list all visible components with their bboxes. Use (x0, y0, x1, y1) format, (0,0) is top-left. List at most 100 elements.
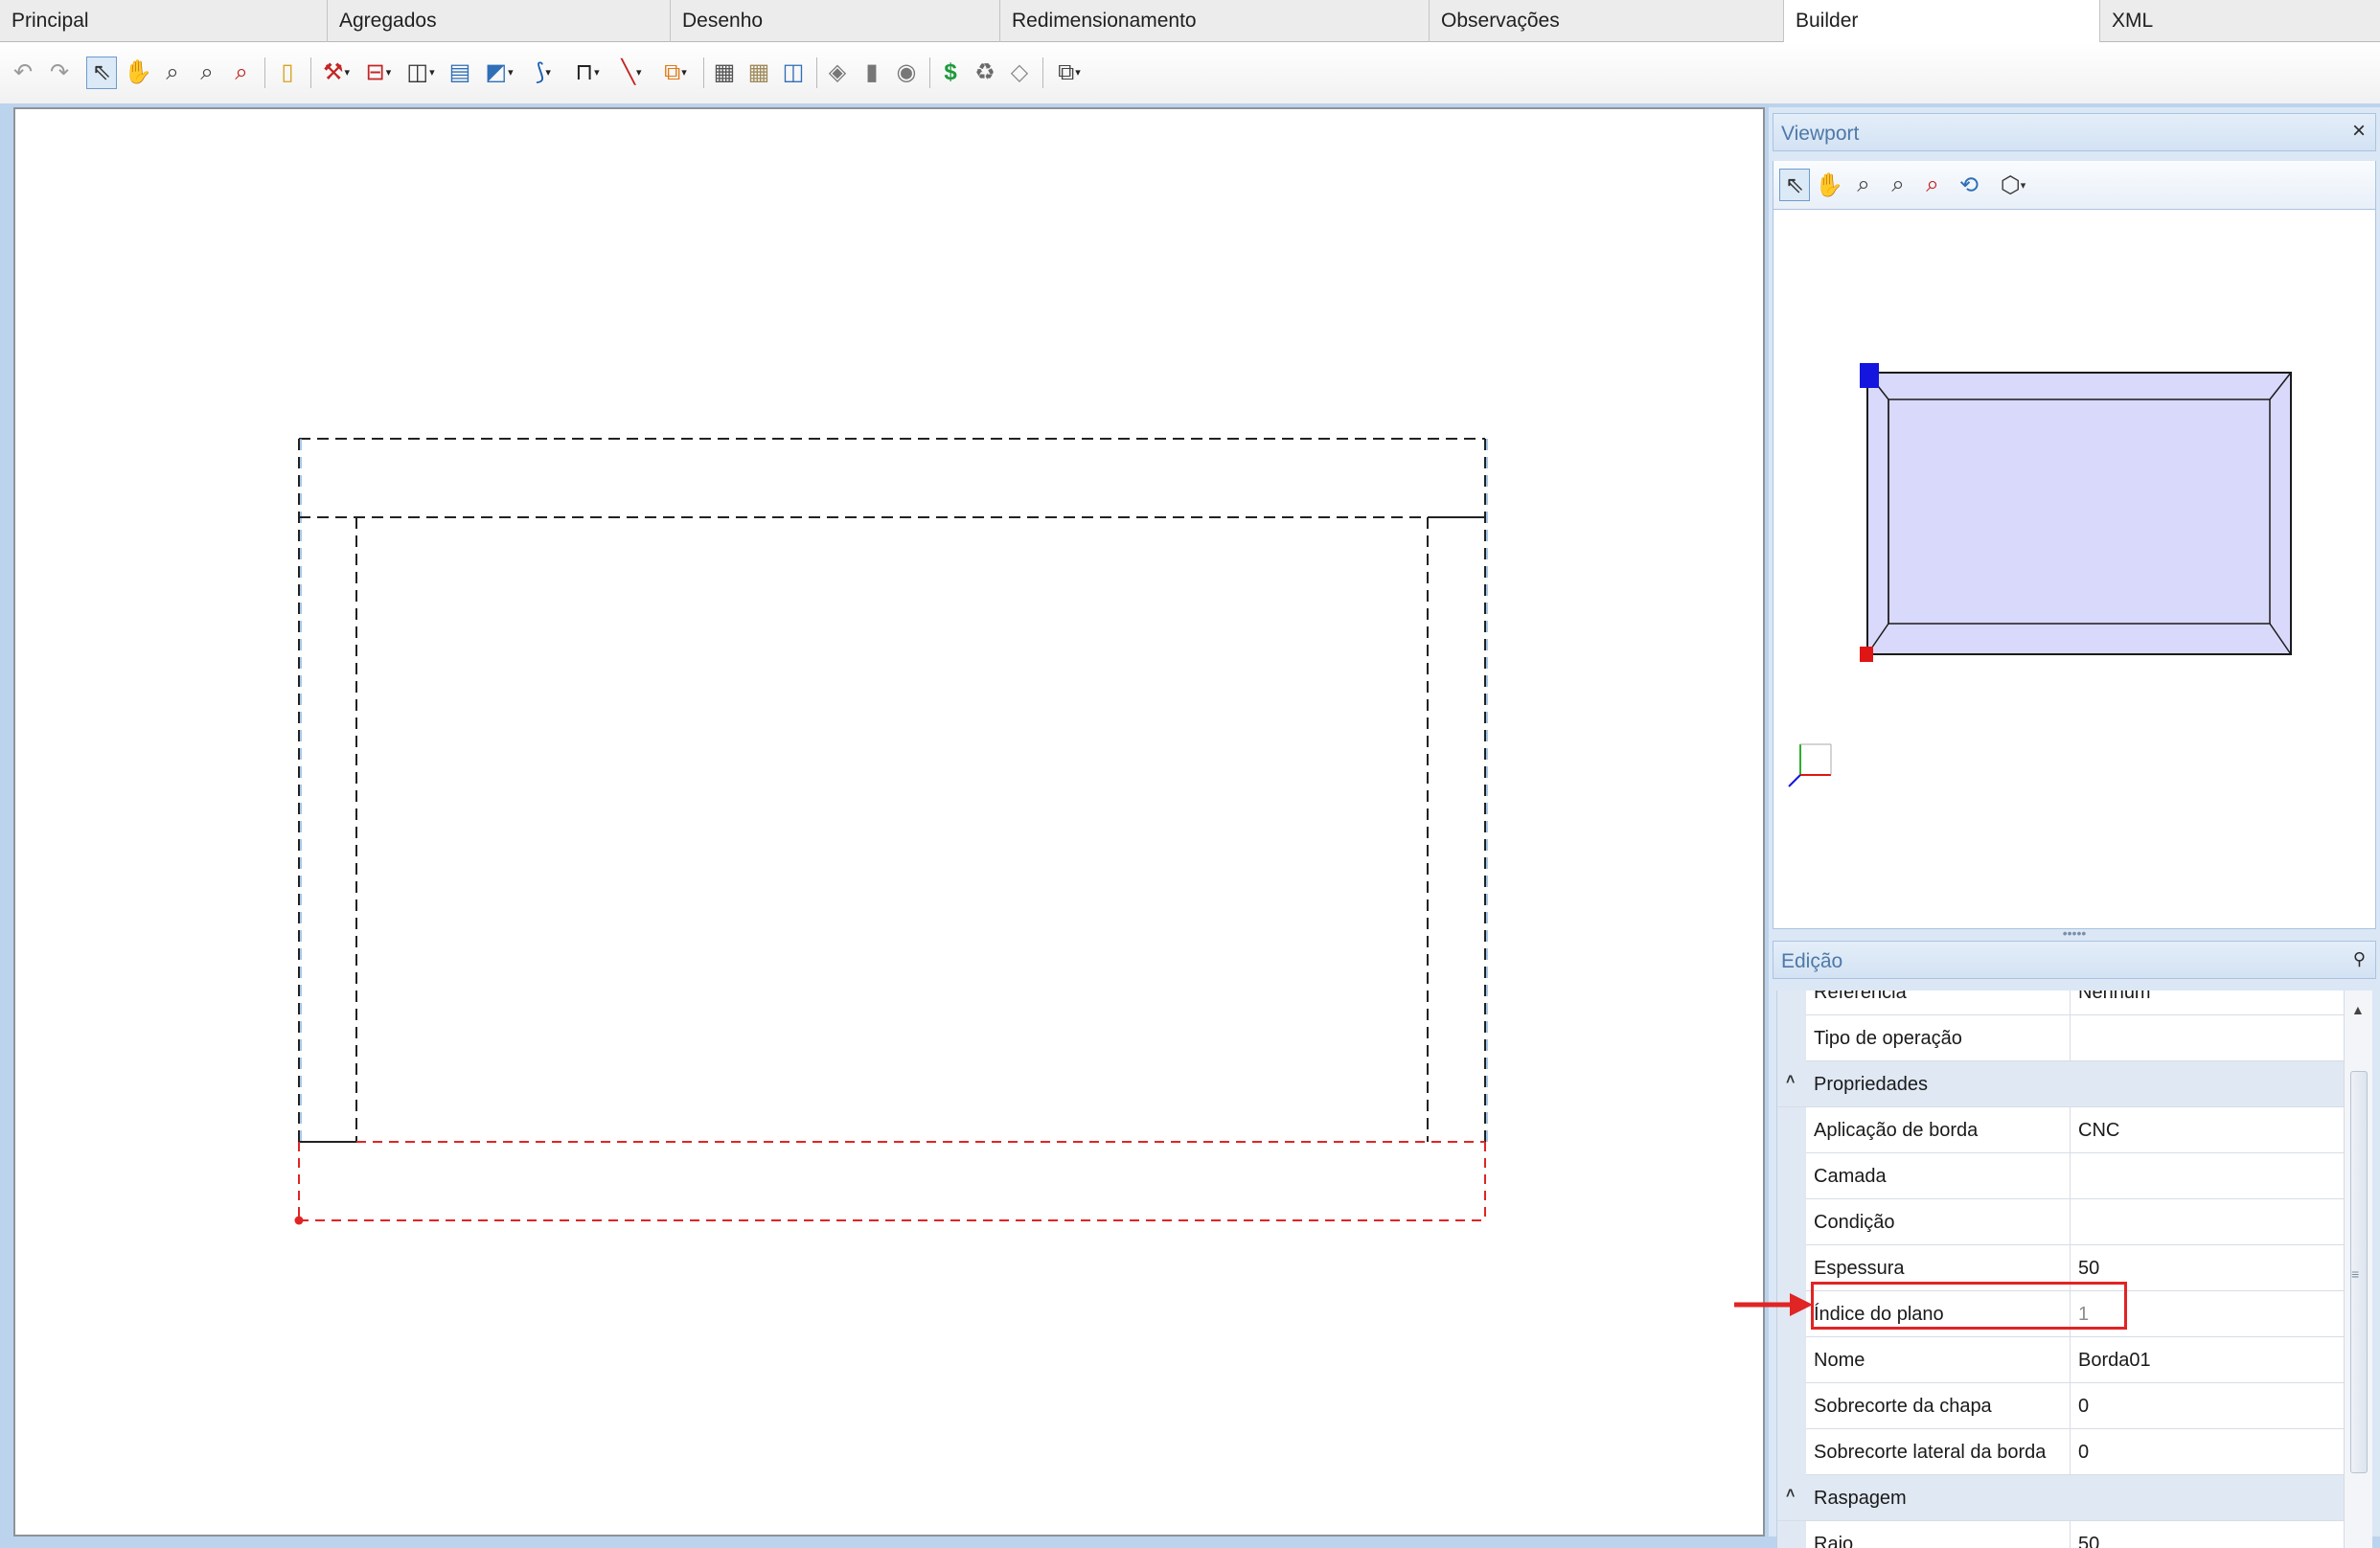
zoom-window-icon[interactable]: ⌕ (1883, 169, 1913, 201)
toolbar-separator (703, 57, 704, 88)
calculator-icon[interactable]: ▦ (709, 57, 740, 89)
view-cube-icon[interactable]: ⬡ ▾ (1992, 169, 2034, 201)
property-row-nome[interactable]: Nome Borda01 (1777, 1337, 2344, 1383)
property-scrollbar[interactable]: ▲ ≡ ▼ (2344, 990, 2372, 1548)
zoom-window-icon[interactable]: ⌕ (192, 57, 222, 89)
viewport-origin-red-marker (1860, 647, 1873, 662)
tab-agregados[interactable]: Agregados (328, 0, 671, 42)
pin-icon[interactable]: ⚲ (2353, 949, 2366, 969)
toolbar-separator (816, 57, 817, 88)
property-row-tipo-de-operacao[interactable]: Tipo de operação (1777, 1015, 2344, 1061)
property-name: Referência (1814, 990, 2071, 1015)
tab-builder[interactable]: Builder (1784, 0, 2100, 42)
property-value[interactable]: Nenhum (2078, 990, 2337, 1015)
line-icon[interactable]: ╲ ▾ (611, 57, 652, 89)
property-name: Nome (1814, 1337, 2071, 1383)
viewport-toolbar: ⇖ ✋ ⌕ ⌕ ⌕ ⟲ ⬡ ▾ (1773, 161, 2376, 209)
row-gutter (1777, 1245, 1806, 1291)
property-value[interactable]: Borda01 (2078, 1337, 2337, 1383)
select-arrow-icon[interactable]: ⇖ (1779, 169, 1810, 201)
horizontal-divider-icon[interactable]: ⊟ ▾ (358, 57, 399, 89)
toolbar-separator (264, 57, 265, 88)
canvas-drawing (294, 438, 1488, 1225)
zoom-icon[interactable]: ⌕ (1917, 169, 1948, 201)
copy-icon[interactable]: ⧉ ▾ (655, 57, 696, 89)
category-name: Raspagem (1814, 1488, 1907, 1509)
viewport-origin-blue-marker (1860, 363, 1879, 388)
collapse-chevron-icon[interactable]: ˄ (1786, 1072, 1795, 1089)
dollar-icon[interactable]: $ (935, 57, 966, 89)
row-gutter (1777, 1521, 1806, 1548)
vertical-divider-icon[interactable]: ◫ ▾ (400, 57, 441, 89)
tab-xml[interactable]: XML (2100, 0, 2380, 42)
property-row-sobrecorte-da-chapa[interactable]: Sobrecorte da chapa 0 (1777, 1383, 2344, 1429)
viewport-preview[interactable] (1773, 209, 2376, 929)
tab-desenho[interactable]: Desenho (671, 0, 1000, 42)
property-row-condicao[interactable]: Condição (1777, 1199, 2344, 1245)
property-row-aplicacao-de-borda[interactable]: Aplicação de borda CNC (1777, 1107, 2344, 1153)
property-name: Tipo de operação (1814, 1015, 2071, 1061)
annotation-highlight-box (1811, 1282, 2127, 1330)
frame-icon[interactable]: ⊓ ▾ (567, 57, 607, 89)
columns-icon[interactable]: ◫ (778, 57, 809, 89)
row-gutter (1777, 1429, 1806, 1475)
new-sheet-icon[interactable]: ▯ (272, 57, 303, 89)
category-propriedades[interactable]: ˄ Propriedades (1777, 1061, 2344, 1107)
zoom-extents-icon[interactable]: ⌕ (1848, 169, 1879, 201)
orbit-icon[interactable]: ⟲ (1954, 169, 1984, 201)
pan-hand-icon[interactable]: ✋ (1814, 169, 1844, 201)
property-row-camada[interactable]: Camada (1777, 1153, 2344, 1199)
viewport-panel-header: Viewport × (1773, 113, 2376, 151)
toolbar-separator (1042, 57, 1043, 88)
collapse-chevron-icon[interactable]: ˄ (1786, 1486, 1795, 1503)
recycle-icon[interactable]: ♻ (970, 57, 1000, 89)
tab-redimensionamento[interactable]: Redimensionamento (1000, 0, 1430, 42)
row-gutter (1777, 1107, 1806, 1153)
scroll-grip-icon: ≡ (2351, 1266, 2360, 1282)
pan-hand-icon[interactable]: ✋ (123, 57, 153, 89)
pocket-icon[interactable]: ◩ ▾ (479, 57, 519, 89)
money-bag-icon[interactable]: ◉ (891, 57, 922, 89)
box-icon[interactable]: ◈ (822, 57, 853, 89)
tab-observacoes[interactable]: Observações (1430, 0, 1784, 42)
tab-principal[interactable]: Principal (0, 0, 328, 42)
scroll-up-icon[interactable]: ▲ (2351, 1002, 2365, 1017)
property-value[interactable]: 50 (2078, 1521, 2337, 1548)
row-gutter (1777, 1199, 1806, 1245)
edit-panel-title: Edição (1781, 950, 1843, 972)
viewport-drawing (1788, 363, 2292, 787)
row-gutter (1777, 1383, 1806, 1429)
redo-icon[interactable]: ↷ (44, 57, 75, 89)
zoom-extents-icon[interactable]: ⌕ (157, 57, 188, 89)
property-value[interactable] (2078, 1199, 2337, 1245)
property-value[interactable]: CNC (2078, 1107, 2337, 1153)
drill-icon[interactable]: ⚒ ▾ (316, 57, 356, 89)
select-arrow-icon[interactable]: ⇖ (86, 57, 117, 89)
property-value[interactable]: 0 (2078, 1429, 2337, 1475)
property-value[interactable]: 0 (2078, 1383, 2337, 1429)
row-gutter (1777, 1015, 1806, 1061)
panel-splitter[interactable]: ••••• (1773, 926, 2376, 941)
property-grid: Referência Nenhum Tipo de operação ˄ Pro… (1776, 990, 2344, 1548)
drawing-canvas[interactable] (13, 107, 1765, 1537)
machining-icon[interactable]: ▤ (445, 57, 475, 89)
property-row-referencia[interactable]: Referência Nenhum (1777, 990, 2344, 1015)
axis-gizmo (1788, 743, 1832, 787)
grid-icon[interactable]: ▦ (744, 57, 774, 89)
category-raspagem[interactable]: ˄ Raspagem (1777, 1475, 2344, 1521)
property-value[interactable] (2078, 1015, 2337, 1061)
row-gutter (1777, 990, 1806, 1015)
path-icon[interactable]: ⟆ ▾ (523, 57, 563, 89)
zoom-icon[interactable]: ⌕ (226, 57, 257, 89)
property-row-sobrecorte-lateral-da-borda[interactable]: Sobrecorte lateral da borda 0 (1777, 1429, 2344, 1475)
undo-icon[interactable]: ↶ (8, 57, 38, 89)
property-name: Camada (1814, 1153, 2071, 1199)
eraser-icon[interactable]: ◇ (1004, 57, 1035, 89)
panel-icon[interactable]: ▮ (857, 57, 887, 89)
property-value[interactable] (2078, 1153, 2337, 1199)
property-name: Condição (1814, 1199, 2071, 1245)
edit-panel-header: Edição ⚲ (1773, 941, 2376, 979)
close-icon[interactable]: × (2352, 118, 2366, 145)
property-row-raio[interactable]: Raio 50 (1777, 1521, 2344, 1548)
window-icon[interactable]: ⧉ ▾ (1048, 57, 1090, 89)
